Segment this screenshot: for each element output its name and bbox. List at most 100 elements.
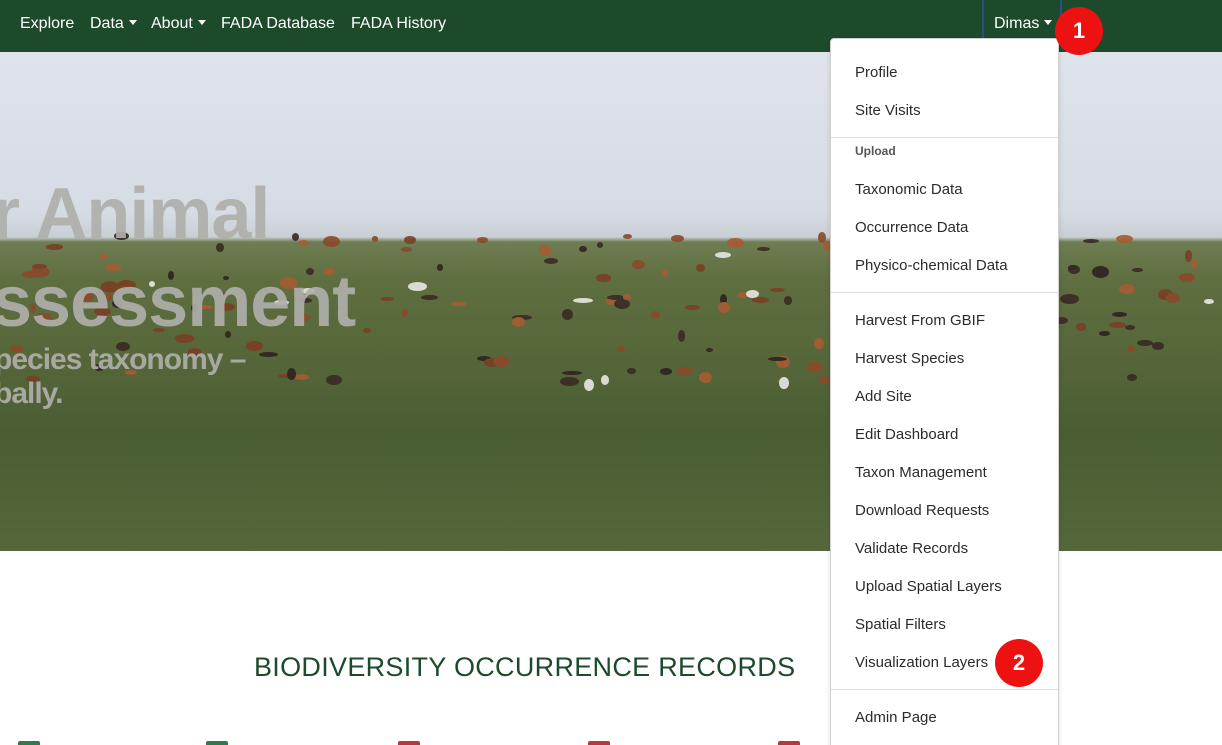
hero-animal-shape	[623, 233, 633, 239]
hero-title-line2: ssessment	[0, 262, 356, 342]
hero-animal-shape	[613, 298, 631, 309]
hero-animal-shape	[561, 371, 582, 376]
hero-animal-shape	[606, 294, 625, 300]
hero-animal-shape	[579, 245, 588, 252]
hero-animal-shape	[627, 367, 637, 375]
hero-animal-shape	[659, 367, 672, 375]
menu-item-spatial-filters[interactable]: Spatial Filters	[855, 614, 946, 636]
hero-animal-shape	[1165, 292, 1181, 304]
hero-animal-shape	[400, 247, 412, 253]
hero-animal-shape	[662, 269, 669, 277]
menu-item-profile[interactable]: Profile	[855, 62, 898, 84]
hero-animal-shape	[1190, 258, 1198, 270]
hero-animal-shape	[1098, 331, 1111, 337]
nav-fada-database[interactable]: FADA Database	[221, 14, 335, 34]
hero-animal-shape	[543, 257, 559, 264]
hero-animal-shape	[671, 234, 685, 243]
hero-animal-shape	[699, 372, 712, 383]
menu-item-taxon-management[interactable]: Taxon Management	[855, 462, 987, 484]
hero-animal-shape	[727, 238, 744, 248]
hero-animal-shape	[650, 311, 661, 320]
hero-animal-shape	[436, 264, 444, 271]
chevron-down-icon	[197, 20, 206, 25]
hero-animal-shape	[684, 305, 701, 311]
hero-animal-shape	[695, 264, 706, 273]
hero-animal-shape	[813, 337, 824, 349]
hero-animal-shape	[770, 287, 786, 293]
hero-subtitle-line1: pecies taxonomy –	[0, 343, 246, 376]
hero-animal-shape	[420, 294, 439, 300]
chevron-down-icon	[128, 20, 137, 25]
hero-animal-shape	[407, 282, 428, 292]
hero-animal-shape	[560, 377, 579, 387]
menu-item-admin-page[interactable]: Admin Page	[855, 707, 937, 729]
hero-animal-shape	[1204, 298, 1215, 305]
menu-item-harvest-from-gbif[interactable]: Harvest From GBIF	[855, 310, 985, 332]
menu-item-visualization-layers[interactable]: Visualization Layers	[855, 652, 988, 674]
stat-icon	[588, 741, 610, 745]
nav-data[interactable]: Data	[90, 14, 137, 34]
stat-icons-row	[0, 739, 800, 745]
menu-item-add-site[interactable]: Add Site	[855, 386, 912, 408]
hero-animal-shape	[715, 251, 732, 258]
hero-animal-shape	[297, 239, 309, 246]
menu-item-site-visits[interactable]: Site Visits	[855, 100, 921, 122]
menu-item-validate-records[interactable]: Validate Records	[855, 538, 968, 560]
user-name: Dimas	[994, 14, 1053, 34]
hero-animal-shape	[1136, 339, 1154, 347]
hero-animal-shape	[1131, 267, 1143, 273]
hero-animal-shape	[403, 236, 416, 245]
annotation-badge-1: 1	[1055, 7, 1103, 55]
hero-animal-shape	[784, 296, 792, 306]
nav-about[interactable]: About	[151, 14, 206, 34]
menu-header-upload: Upload	[855, 144, 896, 158]
stat-icon	[398, 741, 420, 745]
hero-animal-shape	[371, 236, 379, 242]
hero-animal-shape	[573, 298, 594, 304]
hero-animal-shape	[1124, 324, 1136, 331]
section-heading: BIODIVERSITY OCCURRENCE RECORDS	[254, 652, 796, 682]
hero-animal-shape	[751, 296, 769, 303]
hero-animal-shape	[617, 345, 625, 353]
hero-animal-shape	[511, 316, 525, 328]
hero-animal-shape	[1111, 311, 1127, 317]
hero-animal-shape	[717, 302, 731, 314]
hero-animal-shape	[1116, 234, 1133, 244]
menu-item-taxonomic-data[interactable]: Taxonomic Data	[855, 179, 963, 201]
menu-item-physico-chemical-data[interactable]: Physico-chemical Data	[855, 255, 1008, 277]
hero-animal-shape	[450, 302, 468, 307]
hero-animal-shape	[1060, 294, 1079, 304]
menu-divider	[831, 137, 1058, 138]
hero-subtitle-line2: bally.	[0, 377, 63, 410]
hero-animal-shape	[539, 244, 552, 256]
chevron-down-icon	[1044, 20, 1053, 25]
hero-animal-shape	[778, 377, 789, 389]
menu-divider	[831, 292, 1058, 293]
hero-animal-shape	[632, 260, 645, 270]
hero-animal-shape	[293, 374, 309, 381]
menu-item-harvest-species[interactable]: Harvest Species	[855, 348, 964, 370]
hero-animal-shape	[323, 235, 341, 247]
hero-animal-shape	[1127, 374, 1137, 381]
menu-item-upload-spatial-layers[interactable]: Upload Spatial Layers	[855, 576, 1002, 598]
stat-icon	[206, 741, 228, 745]
hero-animal-shape	[562, 309, 573, 321]
hero-animal-shape	[601, 375, 609, 385]
menu-item-occurrence-data[interactable]: Occurrence Data	[855, 217, 968, 239]
nav-fada-history[interactable]: FADA History	[351, 14, 446, 34]
hero-animal-shape	[325, 375, 342, 386]
hero-animal-shape	[1152, 342, 1165, 350]
hero-animal-shape	[99, 253, 108, 261]
hero-animal-shape	[1091, 266, 1109, 279]
nav-explore[interactable]: Explore	[20, 14, 74, 34]
menu-item-edit-dashboard[interactable]: Edit Dashboard	[855, 424, 958, 446]
hero-animal-shape	[1082, 239, 1099, 244]
hero-animal-shape	[291, 232, 299, 241]
hero-animal-shape	[246, 341, 264, 351]
hero-animal-shape	[806, 362, 823, 373]
hero-animal-shape	[623, 294, 632, 300]
hero-animal-shape	[493, 355, 511, 367]
hero-animal-shape	[705, 347, 713, 352]
menu-item-download-requests[interactable]: Download Requests	[855, 500, 989, 522]
hero-animal-shape	[1178, 273, 1196, 283]
